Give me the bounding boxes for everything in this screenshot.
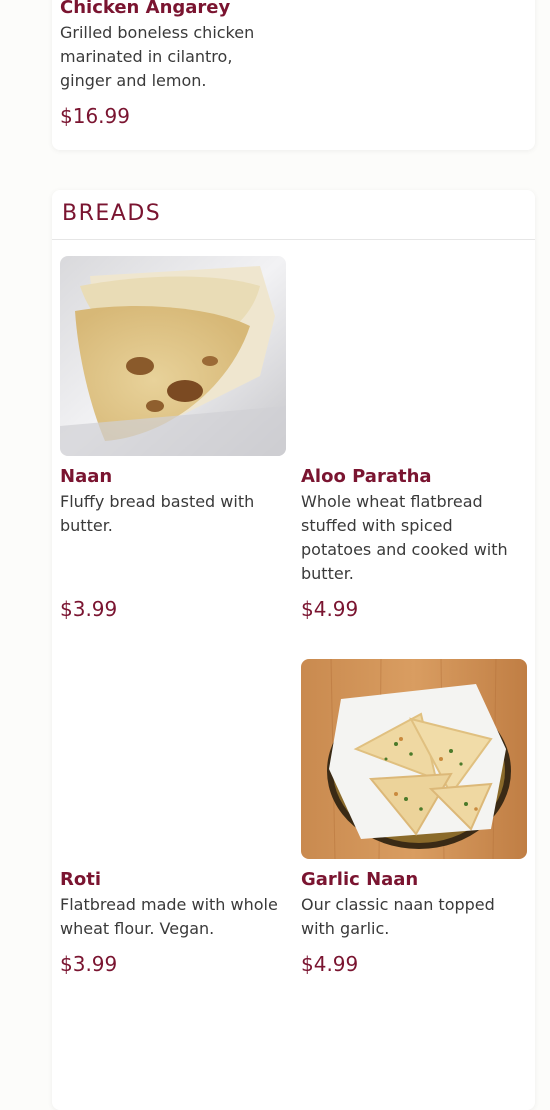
- menu-item-price: $16.99: [60, 104, 130, 128]
- naan-image: [60, 256, 286, 456]
- menu-section-breads: BREADS Naan Fluffy bread basted with but…: [52, 190, 535, 1110]
- menu-item-name: Roti: [60, 869, 102, 890]
- menu-item-aloo-paratha[interactable]: Aloo Paratha Whole wheat flatbread stuff…: [301, 256, 527, 626]
- menu-item-garlic-naan[interactable]: Garlic Naan Our classic naan topped with…: [301, 659, 527, 989]
- garlic-naan-image: [301, 659, 527, 859]
- garlic-naan-photo: [301, 659, 527, 859]
- menu-item-price: $3.99: [60, 597, 118, 621]
- menu-section-card-previous: Chicken Angarey Grilled boneless chicken…: [52, 0, 535, 150]
- menu-item-price: $4.99: [301, 597, 359, 621]
- naan-photo: [60, 256, 286, 456]
- menu-item-naan[interactable]: Naan Fluffy bread basted with butter. $3…: [60, 256, 286, 626]
- menu-item-description: Grilled boneless chicken marinated in ci…: [60, 23, 255, 90]
- menu-item-description: Our classic naan topped with garlic.: [301, 895, 495, 938]
- menu-item-name: Naan: [60, 466, 113, 487]
- menu-item-roti[interactable]: Roti Flatbread made with whole wheat flo…: [60, 659, 286, 989]
- menu-item-price: $4.99: [301, 952, 359, 976]
- menu-item-name: Aloo Paratha: [301, 466, 432, 487]
- section-header: BREADS: [52, 190, 535, 240]
- menu-item-description: Whole wheat flatbread stuffed with spice…: [301, 492, 508, 583]
- menu-item-price: $3.99: [60, 952, 118, 976]
- menu-item-description: Flatbread made with whole wheat flour. V…: [60, 895, 278, 938]
- menu-item-name: Garlic Naan: [301, 869, 419, 890]
- menu-item-description: Fluffy bread basted with butter.: [60, 492, 255, 535]
- menu-item-name: Chicken Angarey: [60, 0, 231, 18]
- section-title: BREADS: [62, 201, 162, 226]
